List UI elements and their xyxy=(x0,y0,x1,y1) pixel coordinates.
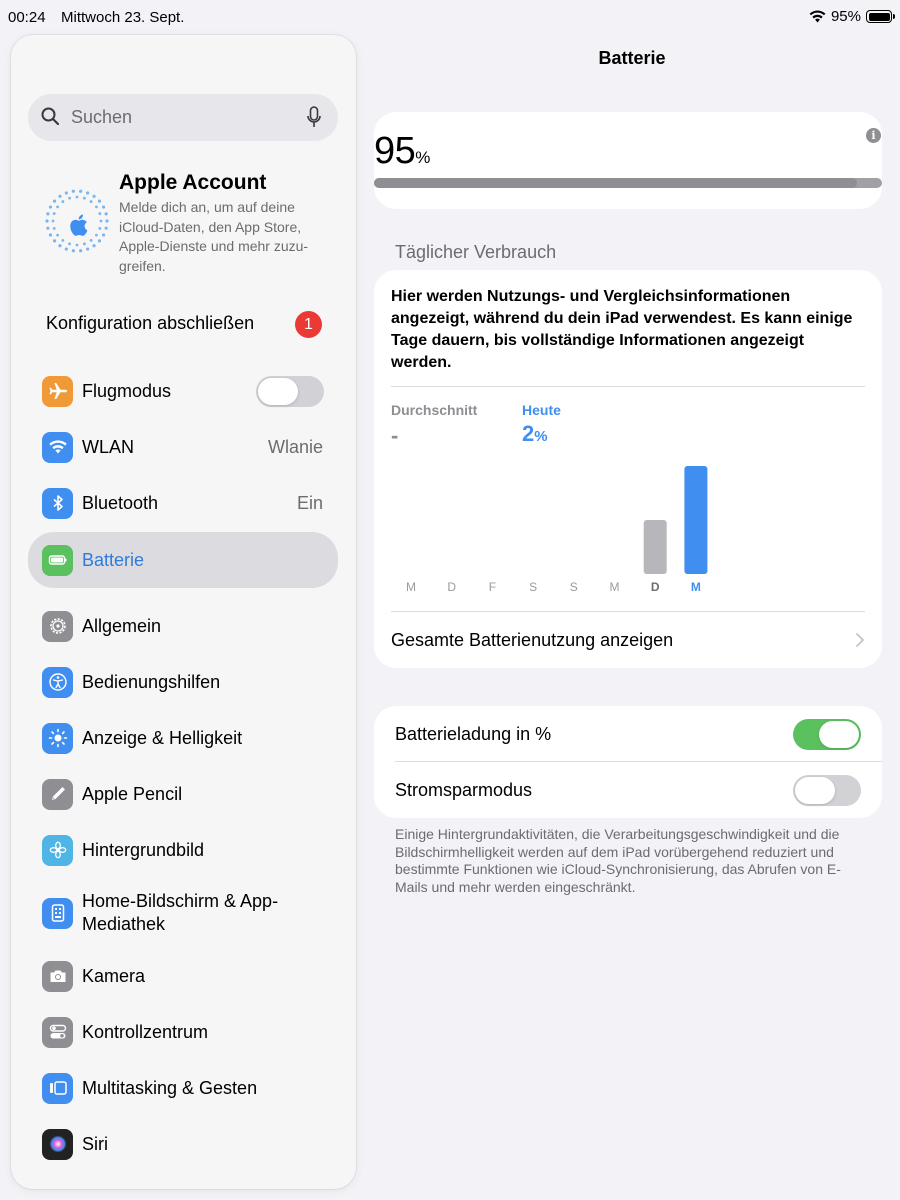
wifi-icon xyxy=(42,431,73,463)
battery-level-card: 95% i xyxy=(374,112,882,209)
search-placeholder: Suchen xyxy=(71,107,133,127)
account-description[interactable]: Melde dich an, um auf deine iCloud-Daten… xyxy=(119,198,334,276)
sidebar-item-label: Hintergrundbild xyxy=(82,839,205,860)
control-center-icon xyxy=(42,1016,73,1048)
battery-icon xyxy=(42,544,73,576)
sidebar-item-label: Bedienungshilfen xyxy=(82,671,221,692)
divider xyxy=(391,386,865,387)
battery-level-value: 95% xyxy=(374,130,430,172)
day-tick-label: D xyxy=(651,580,660,594)
sidebar-item-anzeige[interactable]: Anzeige & Helligkeit xyxy=(28,714,338,762)
sidebar-item-label: Kontrollzentrum xyxy=(82,1021,209,1042)
sidebar-item-label: Siri xyxy=(82,1133,108,1154)
account-title[interactable]: Apple Account xyxy=(119,171,266,195)
microphone-icon[interactable] xyxy=(307,106,321,128)
day-tick-label: M xyxy=(406,580,416,594)
apple-account-icon[interactable] xyxy=(44,188,110,254)
sidebar-item-apple-pencil[interactable]: Apple Pencil xyxy=(28,770,338,818)
accessibility-icon xyxy=(42,666,73,698)
home-screen-icon xyxy=(42,897,73,929)
airplane-icon xyxy=(42,375,73,407)
sidebar-item-label: Multitasking & Gesten xyxy=(82,1077,258,1098)
low-power-label: Stromsparmodus xyxy=(395,780,533,800)
usage-bar xyxy=(643,520,667,574)
gear-icon xyxy=(42,610,73,642)
wlan-value: Wlanie xyxy=(267,436,323,457)
daily-usage-header: Täglicher Verbrauch xyxy=(395,242,557,262)
battery-status-icon xyxy=(866,10,895,23)
search-field[interactable]: Suchen xyxy=(28,94,338,141)
average-label: Durchschnitt xyxy=(391,402,478,418)
camera-icon xyxy=(42,960,73,992)
multitasking-icon xyxy=(42,1072,73,1104)
sidebar-item-hintergrundbild[interactable]: Hintergrundbild xyxy=(28,826,338,874)
usage-bar xyxy=(684,466,708,574)
usage-bar-chart: MDFSSMDM xyxy=(406,466,708,594)
sidebar-item-label: Home-Bildschirm & App-Mediathek xyxy=(82,891,279,934)
day-tick-label: F xyxy=(489,580,496,594)
bluetooth-value: Ein xyxy=(296,492,323,513)
sidebar-item-label: Flugmodus xyxy=(82,380,172,401)
sidebar-item-label: Batterie xyxy=(82,549,145,570)
sidebar-item-bluetooth[interactable]: Bluetooth Ein xyxy=(28,479,338,527)
battery-percentage-label: Batterieladung in % xyxy=(395,724,552,744)
divider xyxy=(391,611,865,612)
day-tick-label: S xyxy=(529,580,537,594)
battery-percentage-toggle[interactable] xyxy=(793,719,861,750)
flower-icon xyxy=(42,834,73,866)
sidebar-item-kamera[interactable]: Kamera xyxy=(28,952,338,1000)
sidebar-item-label: Anzeige & Helligkeit xyxy=(82,727,243,748)
chevron-right-icon[interactable] xyxy=(855,632,865,648)
config-item[interactable]: Konfiguration abschließen xyxy=(46,313,254,334)
sidebar-item-label: Allgemein xyxy=(82,615,162,636)
airplane-mode-toggle[interactable] xyxy=(256,375,324,407)
status-battery-pct: 95% xyxy=(830,8,861,25)
status-right: 95% xyxy=(809,8,895,25)
sidebar-item-label: Bluetooth xyxy=(82,492,159,513)
day-tick-label: M xyxy=(691,580,701,594)
sidebar-item-multitasking[interactable]: Multitasking & Gesten xyxy=(28,1064,338,1112)
daily-usage-card: Hier werden Nutzungs- und Vergleichsinfo… xyxy=(374,270,882,668)
sidebar-item-allgemein[interactable]: Allgemein xyxy=(28,602,338,650)
day-tick-label: S xyxy=(570,580,578,594)
search-icon xyxy=(41,107,59,125)
battery-level-bar xyxy=(374,178,882,188)
sun-icon xyxy=(42,722,73,754)
status-bar: 00:24 Mittwoch 23. Sept. 95% xyxy=(0,0,900,34)
divider xyxy=(395,761,882,762)
low-power-footnote: Einige Hintergrundaktivitäten, die Verar… xyxy=(395,826,841,895)
wifi-icon xyxy=(809,10,826,23)
sidebar-item-label: Apple Pencil xyxy=(82,783,183,804)
sidebar-item-home-bildschirm[interactable]: Home-Bildschirm & App-Mediathek xyxy=(28,882,338,944)
info-icon[interactable]: i xyxy=(866,128,881,143)
today-value: 2% xyxy=(522,421,548,446)
day-tick-label: M xyxy=(610,580,620,594)
sidebar-item-bedienungshilfen[interactable]: Bedienungshilfen xyxy=(28,658,338,706)
day-tick-label: D xyxy=(447,580,456,594)
usage-info-text: Hier werden Nutzungs- und Vergleichsinfo… xyxy=(391,288,853,371)
average-value: - xyxy=(391,423,399,448)
status-date: Mittwoch 23. Sept. xyxy=(61,9,185,26)
sidebar: Suchen Apple Account Melde dich an, um a… xyxy=(11,35,356,1189)
settings-card: Batterieladung in % Stromsparmodus xyxy=(374,706,882,818)
sidebar-item-batterie[interactable]: Batterie xyxy=(28,532,338,588)
sidebar-item-kontrollzentrum[interactable]: Kontrollzentrum xyxy=(28,1008,338,1056)
sidebar-item-wlan[interactable]: WLAN Wlanie xyxy=(28,423,338,471)
sidebar-item-label: WLAN xyxy=(82,436,135,457)
sidebar-item-siri[interactable]: Siri xyxy=(28,1120,338,1168)
show-all-usage-link[interactable]: Gesamte Batterienutzung anzeigen xyxy=(391,630,673,651)
page-title: Batterie xyxy=(598,48,666,68)
today-label: Heute xyxy=(522,402,561,418)
siri-icon xyxy=(42,1128,73,1160)
status-time: 00:24 xyxy=(8,9,46,26)
notification-badge: 1 xyxy=(295,311,322,338)
sidebar-item-flugmodus[interactable]: Flugmodus xyxy=(28,367,338,415)
low-power-toggle[interactable] xyxy=(793,775,861,806)
sidebar-item-label: Kamera xyxy=(82,965,146,986)
bluetooth-icon xyxy=(42,487,73,519)
pencil-icon xyxy=(42,778,73,810)
